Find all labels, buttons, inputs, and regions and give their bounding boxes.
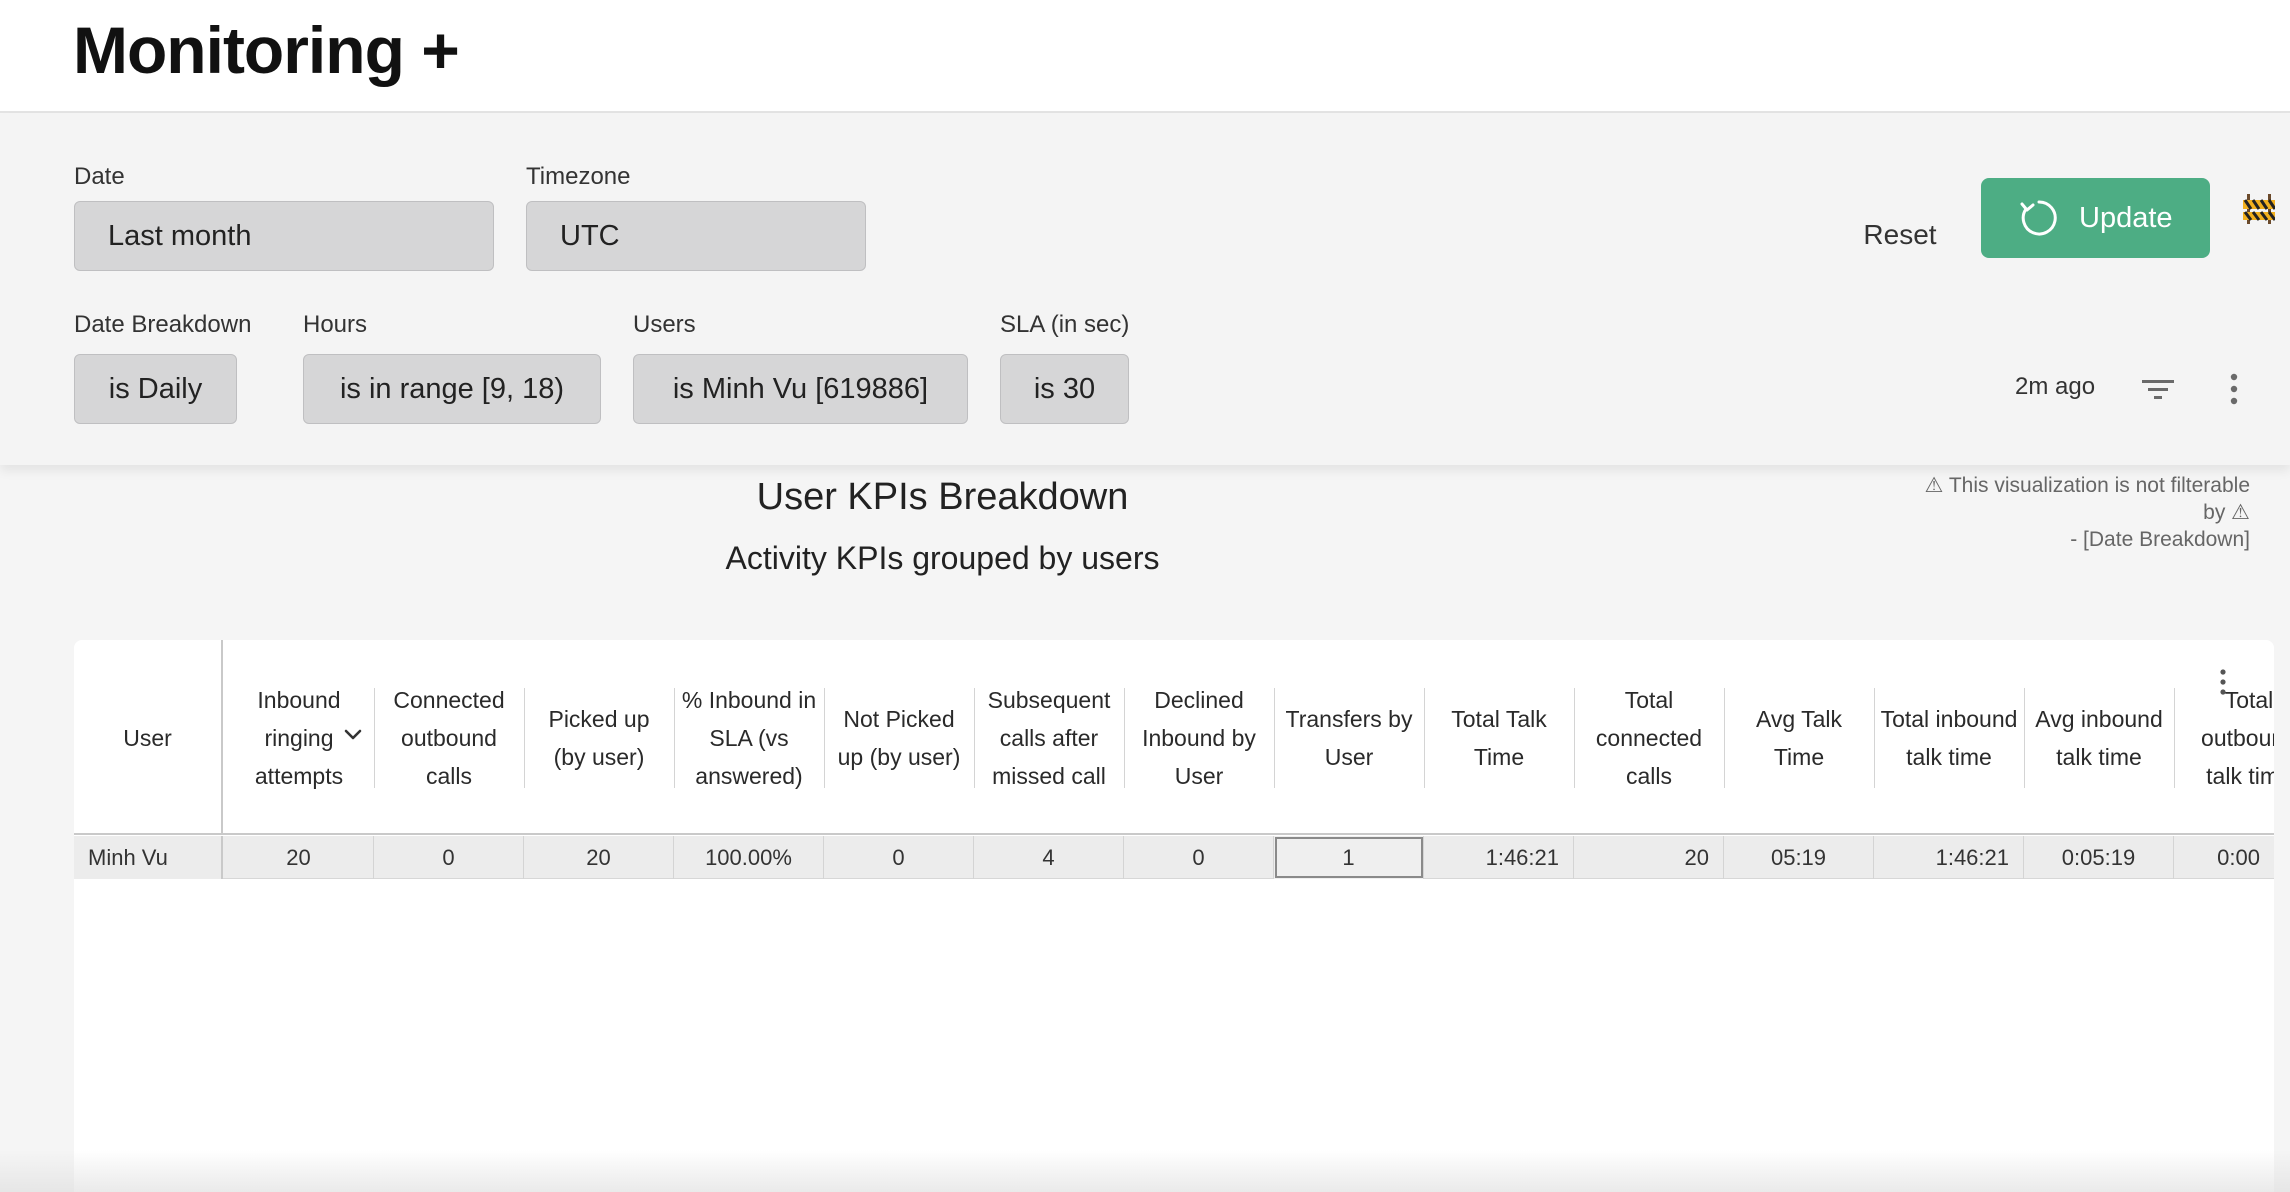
cell-inbound-in-sla[interactable]: 100.00% [674,836,824,879]
cell-total-connected-calls[interactable]: 20 [1574,836,1724,879]
column-header-avg-inbound-talk-time[interactable]: Avg inbound talk time [2024,640,2174,835]
filter-warning-line: by ⚠ [2203,501,2250,524]
table-header-row: User Inbound ringing attempts Connected … [74,640,2274,835]
refresh-icon [2020,200,2057,236]
timezone-filter-label: Timezone [526,163,631,190]
reset-button[interactable]: Reset [1830,200,1970,270]
filter-bar: Date Last month Timezone UTC Date Breakd… [0,115,2290,465]
column-header-connected-outbound-calls[interactable]: Connected outbound calls [374,640,524,835]
filter-icon[interactable] [2141,375,2175,405]
sla-filter[interactable]: is 30 [1000,354,1129,424]
column-header-total-talk-time[interactable]: Total Talk Time [1424,640,1574,835]
more-options-icon[interactable] [2227,372,2241,406]
last-updated-text: 2m ago [2015,373,2096,400]
cell-total-outbound-talk-time[interactable]: 0:00 [2174,836,2274,879]
visualization-title: User KPIs Breakdown [756,476,1129,518]
visualization-subtitle: Activity KPIs grouped by users [725,540,1160,576]
cell-avg-talk-time[interactable]: 05:19 [1724,836,1874,879]
cell-user[interactable]: Minh Vu [74,836,223,879]
update-button-label: Update [2079,202,2173,234]
table-row[interactable]: Minh Vu 20 0 20 100.00% 0 4 0 1 1:46:21 … [74,836,2274,879]
cell-total-talk-time[interactable]: 1:46:21 [1424,836,1574,879]
cell-inbound-ringing-attempts[interactable]: 20 [224,836,374,879]
date-breakdown-filter[interactable]: is Daily [74,354,237,424]
kpi-table: User Inbound ringing attempts Connected … [74,640,2274,1192]
update-button[interactable]: Update [1981,178,2210,258]
column-header-avg-talk-time[interactable]: Avg Talk Time [1724,640,1874,835]
users-filter[interactable]: is Minh Vu [619886] [633,354,968,424]
date-filter-label: Date [74,163,125,190]
cell-avg-inbound-talk-time[interactable]: 0:05:19 [2024,836,2174,879]
filter-warning-line: - [Date Breakdown] [2070,528,2250,551]
column-header-subsequent-calls[interactable]: Subsequent calls after missed call [974,640,1124,835]
timezone-filter[interactable]: UTC [526,201,866,271]
cell-transfers[interactable]: 1 [1274,836,1424,879]
column-header-not-picked-up[interactable]: Not Picked up (by user) [824,640,974,835]
date-breakdown-filter-label: Date Breakdown [74,311,252,338]
filter-warning-line: ⚠ This visualization is not filterable [1924,474,2250,497]
cell-declined-inbound[interactable]: 0 [1124,836,1274,879]
column-header-declined-inbound[interactable]: Declined Inbound by User [1124,640,1274,835]
cell-not-picked-up[interactable]: 0 [824,836,974,879]
filter-warning: ⚠ This visualization is not filterable b… [1730,472,2250,553]
date-filter[interactable]: Last month [74,201,494,271]
users-filter-label: Users [633,311,696,338]
cell-connected-outbound-calls[interactable]: 0 [374,836,524,879]
cell-subsequent-calls[interactable]: 4 [974,836,1124,879]
column-header-inbound-in-sla[interactable]: % Inbound in SLA (vs answered) [674,640,824,835]
cell-picked-up[interactable]: 20 [524,836,674,879]
column-header-picked-up[interactable]: Picked up (by user) [524,640,674,835]
column-header-total-inbound-talk-time[interactable]: Total inbound talk time [1874,640,2024,835]
column-header-user[interactable]: User [74,640,223,835]
construction-barrier-icon[interactable] [2243,192,2275,226]
sla-filter-label: SLA (in sec) [1000,311,1130,338]
cell-total-inbound-talk-time[interactable]: 1:46:21 [1874,836,2024,879]
top-bar: Monitoring + [0,0,2290,113]
app-title: Monitoring + [73,13,460,87]
column-header-total-connected-calls[interactable]: Total connected calls [1574,640,1724,835]
hours-filter-label: Hours [303,311,368,338]
hours-filter[interactable]: is in range [9, 18) [303,354,601,424]
bottom-shade [0,1150,2290,1192]
chevron-down-icon[interactable] [344,729,362,741]
column-menu-icon[interactable] [2219,668,2227,696]
column-header-transfers[interactable]: Transfers by User [1274,640,1424,835]
